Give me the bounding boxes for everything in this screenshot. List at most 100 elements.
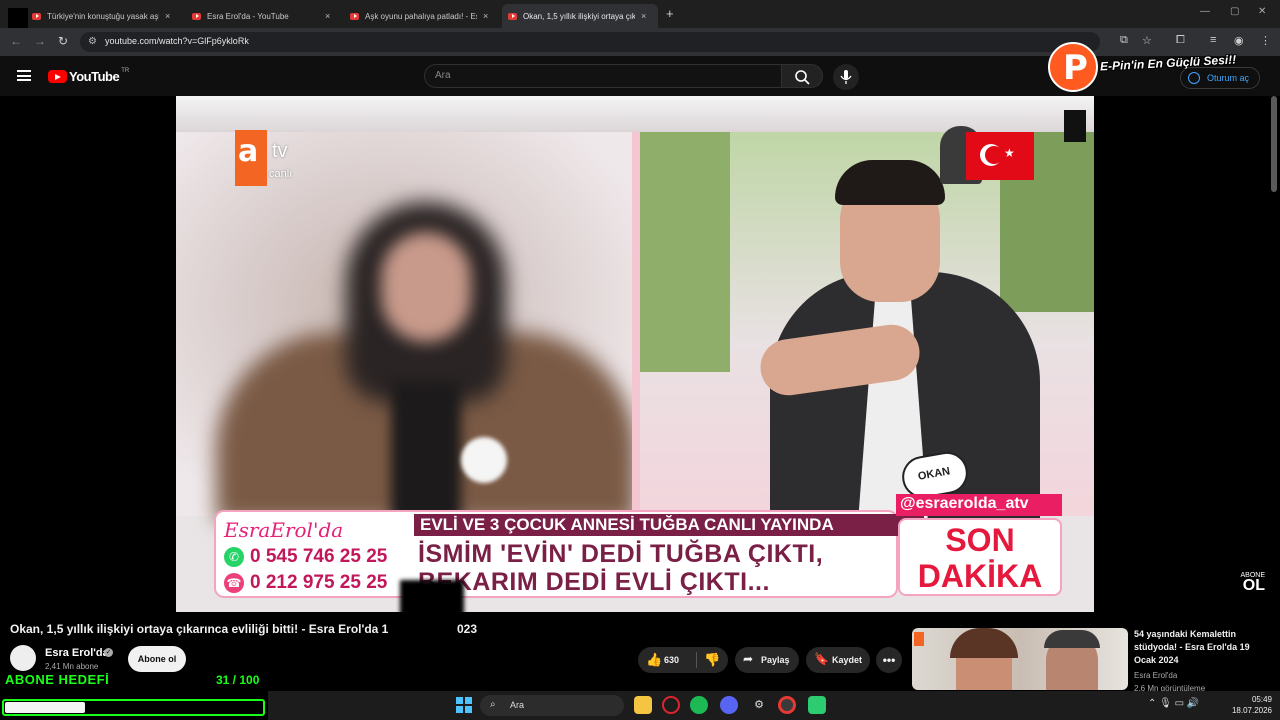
search-icon: ⌕ (490, 699, 496, 710)
cast-icon[interactable]: ⧉ (1120, 34, 1128, 47)
tab-close-icon[interactable]: × (325, 11, 330, 21)
flag-star: ★ (1004, 146, 1015, 160)
dislike-icon[interactable]: 👎 (704, 652, 720, 668)
tab-close-icon[interactable]: × (483, 11, 488, 21)
search-input[interactable]: Ara (424, 64, 782, 88)
browser-tab-bar: Türkiye'nin konuştuğu yasak aşk × Esra E… (0, 0, 1280, 36)
opera-icon[interactable] (662, 696, 680, 714)
profile-icon[interactable]: ◉ (1234, 34, 1244, 47)
recommended-title[interactable]: 54 yaşındaki Kemalettin stüdyoda! - Esra… (1134, 628, 1266, 667)
browser-tab[interactable]: Aşk oyunu pahalıya patladı! - Es × (344, 4, 498, 28)
share-button[interactable]: ➦ Paylaş (735, 647, 799, 673)
save-button[interactable]: 🔖 Kaydet (806, 647, 870, 673)
file-explorer-icon[interactable] (634, 696, 652, 714)
headline-line-2: BEKARIM DEDİ EVLİ ÇIKTI... (418, 568, 770, 596)
browser-tab[interactable]: Esra Erol'da - YouTube × (186, 4, 340, 28)
address-bar[interactable]: ⚙ youtube.com/watch?v=GlFp6ykloRk (80, 32, 1100, 52)
tab-close-icon[interactable]: × (641, 11, 646, 21)
like-count[interactable]: 630 (664, 655, 679, 665)
windows-start-icon[interactable] (456, 697, 472, 713)
voice-search-button[interactable] (833, 64, 859, 90)
lower-third: EsraErol'da ✆ 0 545 746 25 25 ☎ 0 212 97… (214, 510, 924, 598)
breaking-word-1: SON (945, 522, 1015, 558)
studio-plants (640, 132, 730, 372)
back-icon[interactable]: ← (10, 34, 22, 48)
search-button[interactable] (781, 64, 823, 88)
close-window-icon[interactable]: ✕ (1258, 6, 1266, 17)
tab-title: Türkiye'nin konuştuğu yasak aşk (47, 11, 159, 21)
channel-avatar[interactable] (10, 645, 36, 671)
goal-count: 31 / 100 (216, 673, 260, 687)
browser-tab[interactable]: Türkiye'nin konuştuğu yasak aşk × (26, 4, 180, 28)
system-tray[interactable]: ⌃ 🎙 ▭ 🔊 (1148, 698, 1199, 709)
atv-letter: a (238, 134, 259, 169)
atv-live-text: canlı (269, 168, 293, 180)
subscribe-button[interactable]: Abone ol (128, 646, 186, 672)
recommended-thumbnail[interactable] (912, 628, 1128, 690)
taskbar-search[interactable]: ⌕ Ara (480, 695, 624, 716)
channel-name[interactable]: Esra Erol'da (45, 647, 109, 659)
goal-progress-fill (5, 702, 85, 713)
phone-text: 0 212 975 25 25 (250, 572, 388, 593)
new-tab-button[interactable]: + (666, 6, 674, 21)
atv-mini-logo (914, 632, 924, 646)
country-code: TR (121, 67, 130, 74)
whatsapp-number: ✆ 0 545 746 25 25 (224, 546, 387, 568)
subscriber-count: 2,41 Mn abone (45, 662, 99, 671)
discord-icon[interactable] (720, 696, 738, 714)
tab-close-icon[interactable]: × (165, 11, 170, 21)
more-actions-button[interactable]: ••• (876, 647, 902, 673)
okan-hair (835, 160, 945, 205)
restore-icon[interactable]: ▢ (1230, 6, 1239, 17)
like-icon[interactable]: 👍 (646, 652, 662, 668)
phone-text: 0 545 746 25 25 (250, 546, 388, 567)
epin-logo: P (1048, 42, 1098, 92)
microphone-icon (840, 70, 852, 84)
spotify-icon[interactable] (690, 696, 708, 714)
menu-icon[interactable]: ⋮ (1260, 34, 1271, 47)
settings-gear-icon[interactable]: ⚙ (750, 696, 768, 714)
video-player[interactable]: ★ OKAN a tv canlı EsraErol'da ✆ 0 545 74… (176, 96, 1094, 612)
video-title: Okan, 1,5 yıllık ilişkiyi ortaya çıkarın… (10, 622, 389, 636)
recommended-channel[interactable]: Esra Erol'da (1134, 671, 1177, 680)
forward-icon[interactable]: → (34, 34, 46, 48)
star-icon[interactable]: ☆ (1142, 34, 1152, 47)
share-icon: ➦ (743, 652, 754, 666)
signin-button[interactable]: Oturum aç (1180, 67, 1260, 89)
media-icon[interactable]: ≡ (1210, 34, 1216, 46)
corner-mark (1064, 110, 1086, 142)
verified-check-icon: ✓ (104, 648, 113, 657)
headline-bar: EVLİ VE 3 ÇOCUK ANNESİ TUĞBA CANLI YAYIN… (414, 514, 924, 536)
app-icon[interactable] (808, 696, 826, 714)
page-scrollbar[interactable] (1271, 96, 1277, 192)
watermark-big-text: OL (1242, 577, 1265, 594)
youtube-wordmark: YouTube (69, 69, 120, 84)
tab-title: Aşk oyunu pahalıya patladı! - Es (365, 11, 477, 21)
instagram-handle: @esraerolda_atv (896, 494, 1062, 516)
extensions-icon[interactable]: ⧠ (1176, 34, 1185, 47)
hamburger-menu-icon[interactable] (17, 70, 31, 81)
breaking-news-box: SON DAKİKA (898, 518, 1062, 596)
reload-icon[interactable]: ↻ (58, 34, 68, 48)
share-label: Paylaş (761, 655, 790, 665)
bookmark-icon: 🔖 (814, 652, 829, 666)
minimize-icon[interactable]: — (1200, 6, 1210, 17)
save-label: Kaydet (832, 655, 863, 665)
tab-title: Okan, 1,5 yıllık ilişkiyi ortaya çık (523, 11, 635, 21)
chrome-icon[interactable] (778, 696, 796, 714)
subscribe-watermark[interactable]: ABONE OL (1237, 572, 1265, 594)
browser-tab-active[interactable]: Okan, 1,5 yıllık ilişkiyi ortaya çık × (502, 4, 658, 28)
video-title-tail: 023 (457, 622, 478, 636)
taskbar-clock[interactable]: 05:49 18.07.2026 (1228, 694, 1272, 716)
headline-line-1: İSMİM 'EVİN' DEDİ TUĞBA ÇIKTI, (418, 540, 824, 568)
signin-label: Oturum aç (1207, 73, 1250, 83)
left-guest-panel (176, 132, 636, 522)
show-brand: EsraErol'da (224, 518, 344, 542)
account-icon (1188, 72, 1200, 84)
like-dislike-group: 👍 630 👎 (638, 647, 728, 673)
tune-icon[interactable]: ⚙ (88, 36, 97, 47)
search-icon (795, 70, 810, 85)
youtube-favicon-icon (192, 12, 201, 20)
youtube-logo[interactable]: YouTube TR (48, 67, 130, 84)
turkish-flag-icon: ★ (966, 132, 1034, 180)
